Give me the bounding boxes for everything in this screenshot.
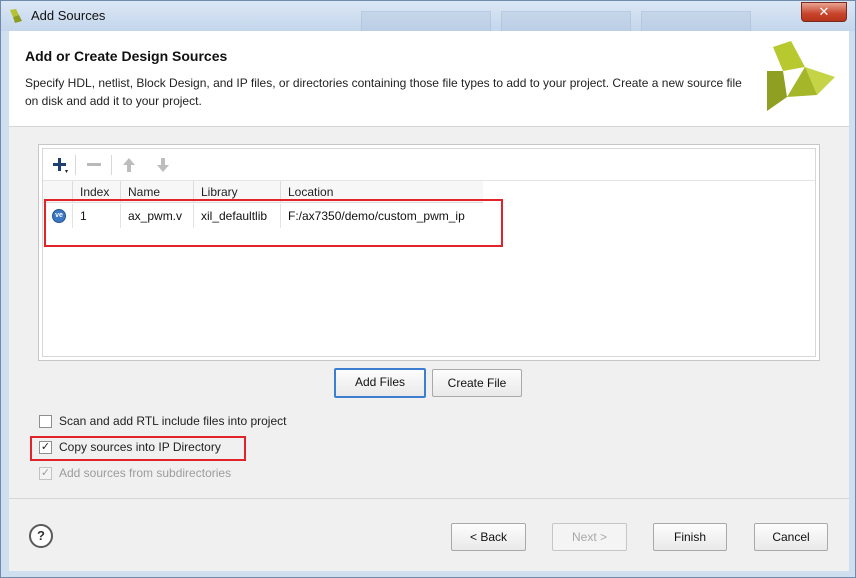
scan-rtl-label: Scan and add RTL include files into proj… [59,414,287,428]
page-title: Add or Create Design Sources [25,48,228,64]
add-files-button[interactable]: Add Files [334,368,426,398]
add-icon[interactable] [47,153,73,177]
dialog-body: Index Name Library Location ve 1 ax_pwm.… [9,127,849,571]
add-files-label: Add Files [354,375,406,389]
finish-button[interactable]: Finish [653,523,727,551]
background-tabs [341,11,761,31]
title-bar[interactable]: Add Sources ✕ [1,1,855,31]
add-subdirectories-checkbox: ✓ [39,466,52,480]
move-down-icon[interactable] [150,153,176,177]
files-toolbar [43,149,815,181]
highlight-file-row [44,199,503,247]
footer-divider [9,498,849,499]
move-up-icon[interactable] [116,153,142,177]
close-button[interactable]: ✕ [801,2,847,22]
next-button: Next > [552,523,627,551]
add-sources-dialog: Add Sources ✕ Add or Create Design Sourc… [0,0,856,578]
vivado-logo-icon [10,9,22,23]
page-description: Specify HDL, netlist, Block Design, and … [25,76,742,108]
cancel-button[interactable]: Cancel [754,523,828,551]
highlight-copy-option [30,436,246,461]
add-subdirectories-label: Add sources from subdirectories [59,466,232,480]
files-panel: Index Name Library Location ve 1 ax_pwm.… [38,144,820,361]
vivado-logo-icon [767,41,835,111]
create-file-label: Create File [447,376,507,390]
add-subdirectories-option: ✓ Add sources from subdirectories [39,464,231,482]
back-button[interactable]: < Back [451,523,526,551]
create-file-button[interactable]: Create File [432,369,522,397]
scan-rtl-option[interactable]: Scan and add RTL include files into proj… [39,412,286,430]
header-panel: Add or Create Design Sources Specify HDL… [9,31,849,127]
files-list-container: Index Name Library Location ve 1 ax_pwm.… [42,148,816,357]
window-title: Add Sources [31,8,106,23]
scan-rtl-checkbox[interactable] [39,414,52,428]
help-button[interactable]: ? [29,524,53,548]
remove-icon[interactable] [81,153,107,177]
